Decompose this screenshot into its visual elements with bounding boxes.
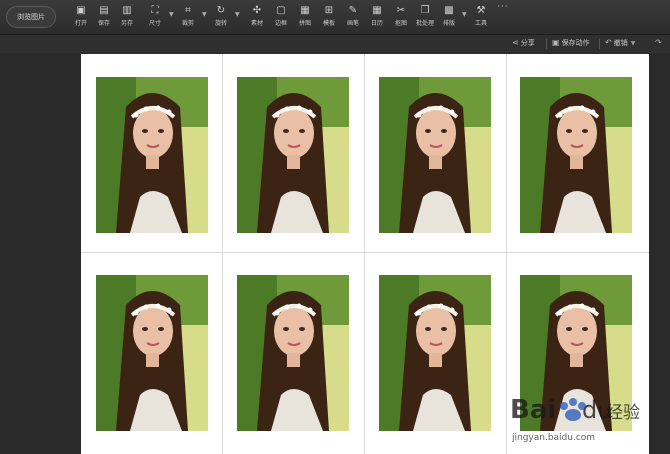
browse-images-button[interactable]: 浏览图片 [6, 6, 56, 28]
redo-button[interactable]: ↷ [655, 38, 664, 47]
layout-button[interactable]: ▩ 排版 [434, 3, 464, 31]
save-action-icon: ▣ [552, 38, 560, 47]
cut-line [364, 54, 365, 454]
photo-tile[interactable] [96, 77, 208, 233]
photo-tile[interactable] [237, 77, 349, 233]
watermark-cn: 经验 [606, 403, 640, 423]
crop-icon: ⌗ [185, 5, 191, 16]
tools-button[interactable]: ⚒ 工具 [466, 3, 496, 31]
save-as-icon: ▥ [122, 5, 132, 16]
photo-tile[interactable] [237, 275, 349, 431]
save-as-button[interactable]: ▥ 另存 [112, 3, 142, 31]
rotate-dropdown-icon[interactable]: ▼ [235, 11, 240, 18]
sub-toolbar: ⋖ 分享 ▣ 保存动作 ↶ 撤销 ▼ ↷ [0, 35, 670, 53]
rotate-button[interactable]: ↻ 旋转 [206, 3, 236, 31]
resize-icon: ⛶ [151, 5, 159, 16]
divider [599, 39, 600, 49]
undo-button[interactable]: ↶ 撤销 ▼ [605, 38, 635, 48]
crop-button[interactable]: ⌗ 裁剪 [173, 3, 203, 31]
tools-icon: ⚒ [476, 5, 486, 16]
cut-line [81, 252, 649, 253]
photo-tile[interactable] [520, 77, 632, 233]
watermark-url: jingyan.baidu.com [511, 433, 595, 443]
share-button[interactable]: ⋖ 分享 [512, 38, 535, 48]
rotate-icon: ↻ [216, 5, 226, 16]
undo-icon: ↶ [605, 38, 612, 47]
photo-tile[interactable] [96, 275, 208, 431]
resize-button[interactable]: ⛶ 尺寸 [140, 3, 170, 31]
divider [546, 39, 547, 49]
save-action-button[interactable]: ▣ 保存动作 [552, 38, 590, 48]
undo-dropdown-icon[interactable]: ▼ [631, 40, 636, 47]
cut-line [222, 54, 223, 454]
photo-tile[interactable] [379, 275, 491, 431]
layout-icon: ▩ [444, 5, 454, 16]
watermark-brand: Bai [510, 395, 556, 425]
photo-tile[interactable] [379, 77, 491, 233]
main-toolbar: 浏览图片 ▣ 打开 ▤ 保存 ▥ 另存 ⛶ 尺寸 ▼ ⌗ 裁剪 ▼ ↻ 旋转 ▼… [0, 0, 670, 35]
baidu-jingyan-watermark: Bai du 经验 jingyan.baidu.com [510, 395, 640, 443]
more-icon[interactable]: ··· [497, 2, 509, 12]
share-icon: ⋖ [512, 38, 519, 47]
redo-icon: ↷ [655, 38, 662, 47]
